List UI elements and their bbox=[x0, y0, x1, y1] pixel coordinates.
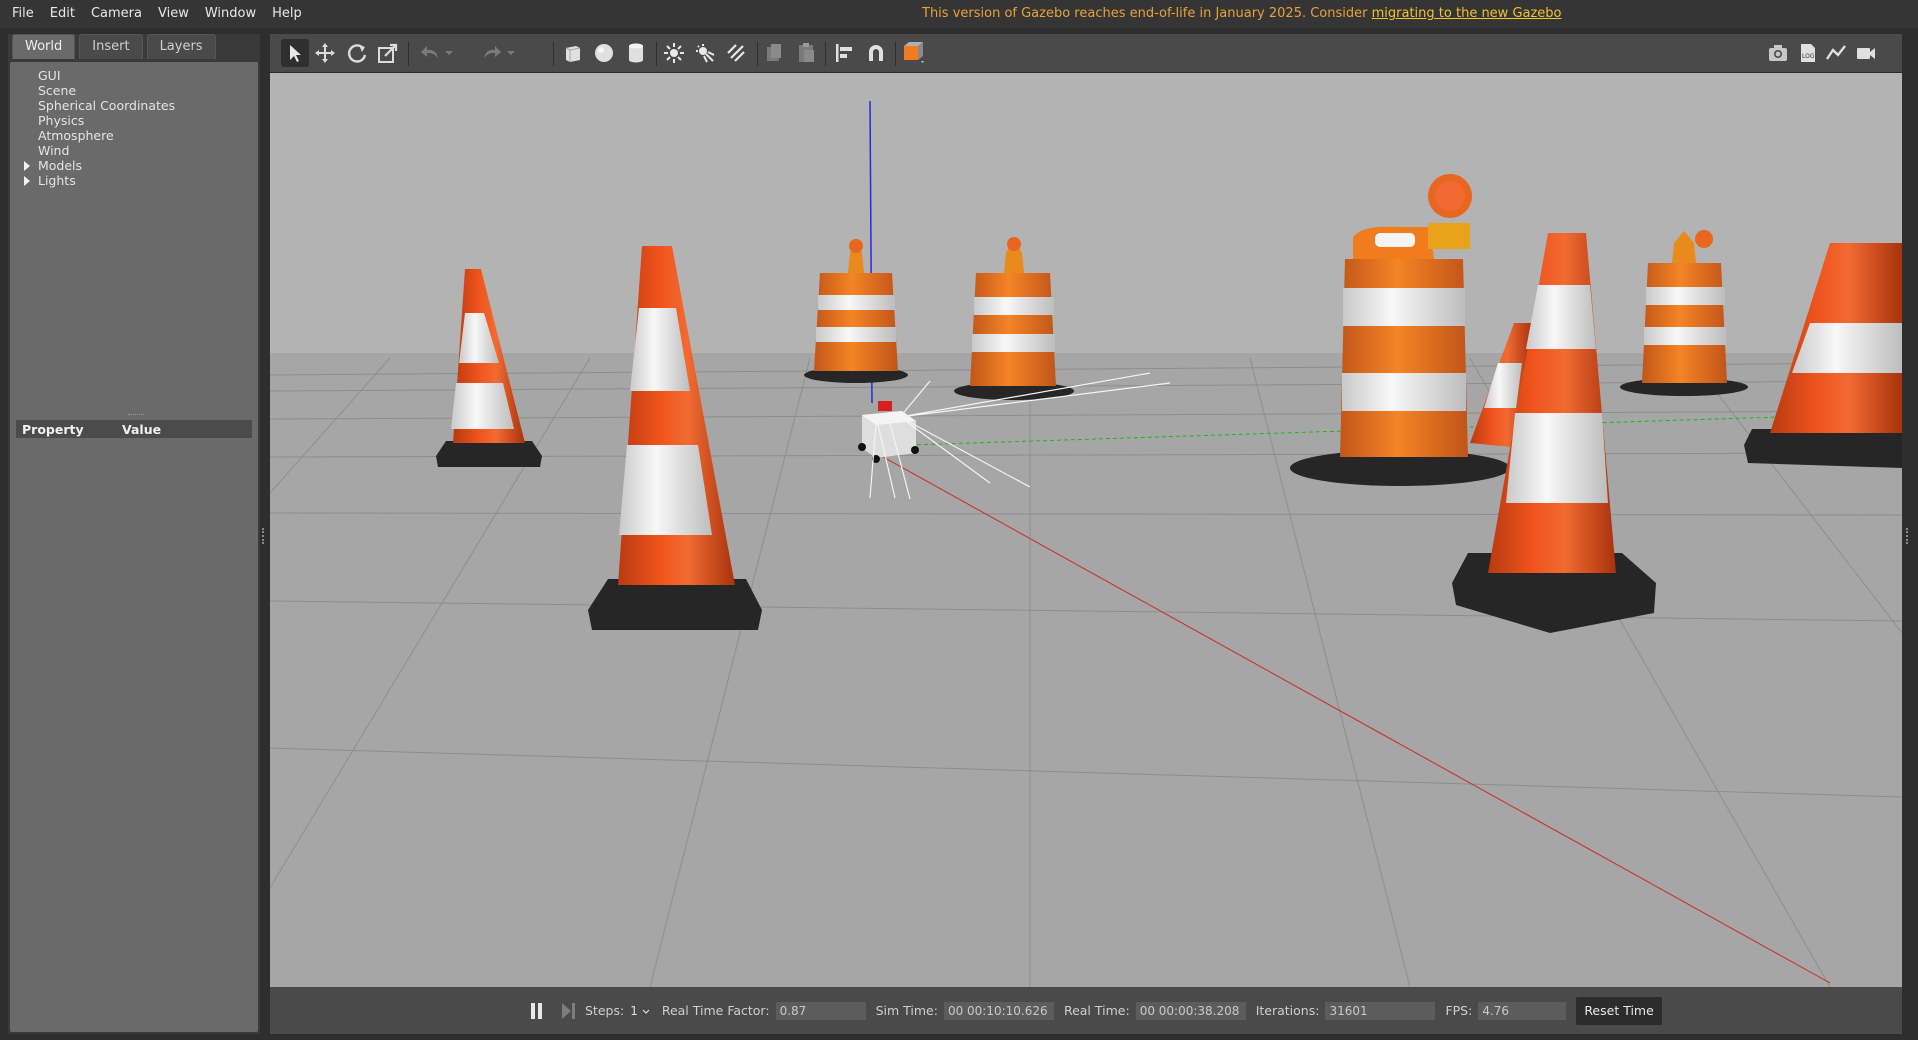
record-video-icon[interactable] bbox=[1852, 39, 1880, 67]
redo-icon[interactable] bbox=[478, 39, 506, 67]
tab-world[interactable]: World bbox=[12, 34, 76, 59]
select-arrow-icon[interactable] bbox=[281, 39, 309, 67]
tree-item-gui[interactable]: GUI bbox=[10, 68, 258, 83]
toolbar-separator bbox=[825, 42, 826, 66]
left-resize-handle[interactable] bbox=[262, 528, 267, 544]
spot-light-icon[interactable] bbox=[691, 39, 719, 67]
fps-label: FPS: bbox=[1445, 1003, 1473, 1018]
fps-value: 4.76 bbox=[1478, 1001, 1567, 1020]
rtf-label: Real Time Factor: bbox=[661, 1003, 770, 1018]
copy-icon[interactable] bbox=[760, 39, 788, 67]
step-icon[interactable] bbox=[561, 1001, 579, 1021]
tree-item-wind[interactable]: Wind bbox=[10, 143, 258, 158]
plot-icon[interactable] bbox=[1822, 39, 1850, 67]
cylinder-icon[interactable] bbox=[622, 39, 650, 67]
view-angle-icon[interactable] bbox=[900, 39, 928, 67]
screenshot-icon[interactable] bbox=[1764, 39, 1792, 67]
scale-icon[interactable] bbox=[374, 39, 402, 67]
svg-text:LOG: LOG bbox=[1802, 53, 1815, 60]
main-area: LOG Steps: 1 Real Time Factor: 0.87 Sim … bbox=[270, 34, 1902, 1034]
tab-layers[interactable]: Layers bbox=[146, 34, 216, 59]
translate-icon[interactable] bbox=[311, 39, 339, 67]
left-panel: World Insert Layers GUI Scene Spherical … bbox=[8, 34, 260, 1034]
migration-link[interactable]: migrating to the new Gazebo bbox=[1372, 6, 1562, 21]
chevron-down-icon[interactable] bbox=[642, 1004, 650, 1018]
world-panel: GUI Scene Spherical Coordinates Physics … bbox=[10, 62, 258, 1032]
bottom-bar: Steps: 1 Real Time Factor: 0.87 Sim Time… bbox=[270, 987, 1902, 1034]
left-panel-tabs: World Insert Layers bbox=[12, 34, 220, 60]
real-time-value: 00 00:00:38.208 bbox=[1135, 1001, 1246, 1020]
tree-item-scene[interactable]: Scene bbox=[10, 83, 258, 98]
scene-render bbox=[270, 73, 1902, 987]
scene-viewport[interactable] bbox=[270, 73, 1902, 987]
point-light-icon[interactable] bbox=[660, 39, 688, 67]
property-table-header: Property Value bbox=[16, 420, 252, 438]
steps-label: Steps: bbox=[585, 1003, 625, 1018]
toolbar-separator bbox=[757, 42, 758, 66]
steps-value[interactable]: 1 bbox=[630, 1004, 638, 1018]
tree-item-lights[interactable]: Lights bbox=[10, 173, 258, 188]
tree-item-label: Spherical Coordinates bbox=[38, 98, 176, 113]
tree-item-label: Wind bbox=[38, 143, 70, 158]
toolbar: LOG bbox=[270, 34, 1902, 73]
tree-item-physics[interactable]: Physics bbox=[10, 113, 258, 128]
menu-edit[interactable]: Edit bbox=[42, 0, 83, 28]
tree-item-label: Atmosphere bbox=[38, 128, 114, 143]
eol-notice: This version of Gazebo reaches end-of-li… bbox=[922, 6, 1562, 21]
tree-item-label: Scene bbox=[38, 83, 77, 98]
snap-icon[interactable] bbox=[862, 39, 890, 67]
menu-window[interactable]: Window bbox=[197, 0, 264, 28]
menu-file[interactable]: File bbox=[0, 0, 42, 28]
toolbar-separator bbox=[408, 42, 409, 66]
value-column-header: Value bbox=[122, 421, 162, 437]
undo-icon[interactable] bbox=[416, 39, 444, 67]
toolbar-separator bbox=[895, 42, 896, 66]
world-tree: GUI Scene Spherical Coordinates Physics … bbox=[10, 68, 258, 188]
box-icon[interactable] bbox=[559, 39, 587, 67]
menu-view[interactable]: View bbox=[150, 0, 197, 28]
sim-time-value: 00 00:10:10.626 bbox=[943, 1001, 1054, 1020]
tree-item-models[interactable]: Models bbox=[10, 158, 258, 173]
toolbar-separator bbox=[656, 42, 657, 66]
toolbar-separator bbox=[553, 42, 554, 66]
tree-item-label: Lights bbox=[38, 173, 76, 188]
expand-arrow-icon[interactable] bbox=[24, 161, 30, 171]
paste-icon[interactable] bbox=[792, 39, 820, 67]
directional-light-icon[interactable] bbox=[722, 39, 750, 67]
reset-time-button[interactable]: Reset Time bbox=[1576, 996, 1662, 1025]
redo-dropdown-icon[interactable] bbox=[504, 39, 518, 67]
rotate-icon[interactable] bbox=[343, 39, 371, 67]
menu-bar: File Edit Camera View Window Help This v… bbox=[0, 0, 1918, 28]
property-column-header: Property bbox=[22, 421, 84, 437]
tree-item-label: Models bbox=[38, 158, 83, 173]
pause-icon[interactable] bbox=[527, 1001, 547, 1021]
eol-notice-text: This version of Gazebo reaches end-of-li… bbox=[922, 6, 1372, 21]
menu-camera[interactable]: Camera bbox=[83, 0, 150, 28]
log-icon[interactable]: LOG bbox=[1794, 39, 1822, 67]
real-time-label: Real Time: bbox=[1063, 1003, 1130, 1018]
sphere-icon[interactable] bbox=[590, 39, 618, 67]
tree-item-label: Physics bbox=[38, 113, 85, 128]
tab-insert[interactable]: Insert bbox=[79, 34, 143, 59]
panel-splitter[interactable] bbox=[128, 414, 144, 417]
align-icon[interactable] bbox=[830, 39, 858, 67]
expand-arrow-icon[interactable] bbox=[24, 176, 30, 186]
undo-dropdown-icon[interactable] bbox=[442, 39, 456, 67]
tree-item-spherical-coordinates[interactable]: Spherical Coordinates bbox=[10, 98, 258, 113]
menu-help[interactable]: Help bbox=[264, 0, 310, 28]
tree-item-label: GUI bbox=[38, 68, 61, 83]
tree-item-atmosphere[interactable]: Atmosphere bbox=[10, 128, 258, 143]
sim-time-label: Sim Time: bbox=[875, 1003, 938, 1018]
right-resize-handle[interactable] bbox=[1906, 528, 1911, 544]
iterations-label: Iterations: bbox=[1255, 1003, 1320, 1018]
iterations-value: 31601 bbox=[1325, 1001, 1436, 1020]
rtf-value: 0.87 bbox=[775, 1001, 866, 1020]
